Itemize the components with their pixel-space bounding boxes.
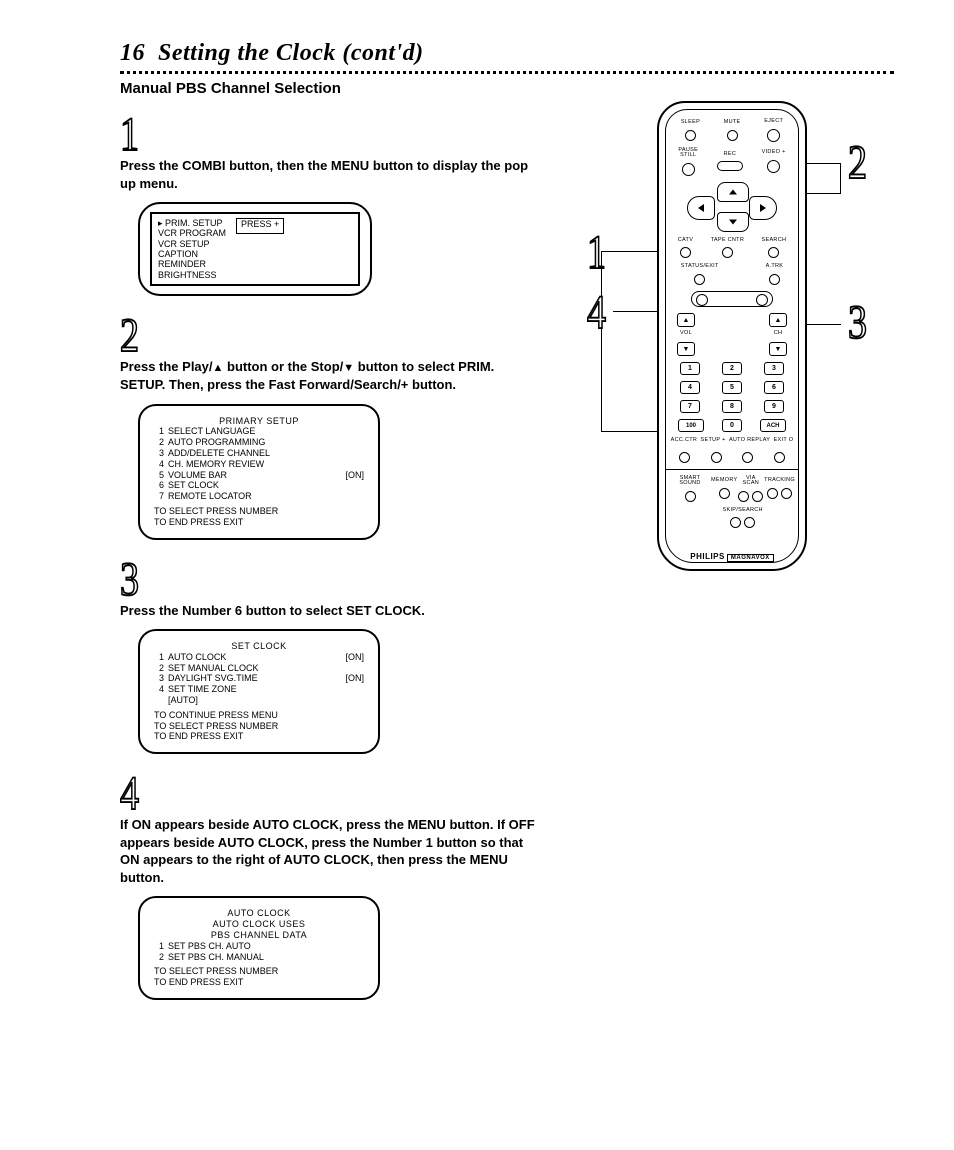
leader-2a bbox=[801, 163, 841, 164]
key-1[interactable]: 1 bbox=[680, 362, 700, 375]
ch-down-icon[interactable]: ▼ bbox=[769, 342, 787, 356]
remote-brand: PHILIPSMAGNAVOX bbox=[669, 552, 795, 561]
auto-replay-button[interactable] bbox=[742, 452, 753, 463]
key-4[interactable]: 4 bbox=[680, 381, 700, 394]
remote-divider bbox=[665, 469, 799, 470]
osd-screen-2: PRIMARY SETUP 1SELECT LANGUAGE 2AUTO PRO… bbox=[138, 404, 380, 540]
video-plus-button[interactable] bbox=[767, 160, 780, 173]
smart-sound-button[interactable] bbox=[685, 491, 696, 502]
leader-3 bbox=[801, 324, 841, 325]
setup-button[interactable] bbox=[711, 452, 722, 463]
via-scan-minus[interactable] bbox=[738, 491, 749, 502]
acc-ctr-button[interactable] bbox=[679, 452, 690, 463]
key-3[interactable]: 3 bbox=[764, 362, 784, 375]
skip-fwd-button[interactable] bbox=[744, 517, 755, 528]
skip-back-button[interactable] bbox=[730, 517, 741, 528]
vol-down-icon[interactable]: ▼ bbox=[677, 342, 695, 356]
status-exit-button[interactable] bbox=[694, 274, 705, 285]
eject-button[interactable] bbox=[767, 129, 780, 142]
callout-1: 1 bbox=[587, 226, 606, 281]
page-number: 16 bbox=[120, 40, 145, 66]
osd-screen-3: SET CLOCK 1AUTO CLOCK[ON] 2SET MANUAL CL… bbox=[138, 629, 380, 754]
step-2-number: 2 bbox=[120, 312, 139, 360]
step-4-number: 4 bbox=[120, 770, 139, 818]
pause-button[interactable] bbox=[682, 163, 695, 176]
nav-ff-button[interactable] bbox=[749, 196, 777, 220]
tracking-plus[interactable] bbox=[781, 488, 792, 499]
nav-play-button[interactable] bbox=[717, 182, 749, 202]
remote-body: SLEEP MUTE EJECT PAUSESTILL REC VIDEO + bbox=[657, 101, 807, 571]
vol-up-icon[interactable]: ▲ bbox=[677, 313, 695, 327]
leader-1v bbox=[601, 251, 602, 431]
nav-rewind-button[interactable] bbox=[687, 196, 715, 220]
step-3-text: Press the Number 6 button to select SET … bbox=[120, 602, 540, 620]
key-6[interactable]: 6 bbox=[764, 381, 784, 394]
exit-o-button[interactable] bbox=[774, 452, 785, 463]
step-4-text: If ON appears beside AUTO CLOCK, press t… bbox=[120, 816, 540, 886]
key-8[interactable]: 8 bbox=[722, 400, 742, 413]
channel-rocker[interactable]: ▲ CH ▼ bbox=[770, 313, 786, 357]
via-scan-plus[interactable] bbox=[752, 491, 763, 502]
pause-label: PAUSESTILL bbox=[678, 148, 698, 159]
key-5[interactable]: 5 bbox=[722, 381, 742, 394]
mute-button[interactable] bbox=[727, 130, 738, 141]
callout-3: 3 bbox=[848, 296, 867, 351]
step-1-text: Press the COMBI button, then the MENU bu… bbox=[120, 157, 540, 192]
leader-1h2 bbox=[601, 431, 663, 432]
stop-down-icon bbox=[343, 359, 354, 374]
section-subhead: Manual PBS Channel Selection bbox=[120, 80, 894, 97]
tracking-minus[interactable] bbox=[767, 488, 778, 499]
catv-button[interactable] bbox=[680, 247, 691, 258]
callout-4: 4 bbox=[587, 286, 606, 341]
page-title: 16 Setting the Clock (cont'd) bbox=[120, 40, 894, 67]
key-100[interactable]: 100 bbox=[678, 419, 704, 432]
remote-control-figure: 1 4 2 3 SLEEP MUTE EJECT bbox=[657, 101, 807, 1016]
leader-2b bbox=[801, 193, 841, 194]
ch-up-icon[interactable]: ▲ bbox=[769, 313, 787, 327]
page-title-text: Setting the Clock (cont'd) bbox=[158, 40, 424, 66]
callout-2: 2 bbox=[848, 136, 867, 191]
dotted-rule bbox=[120, 71, 894, 74]
step-2-text: Press the Play/ button or the Stop/ butt… bbox=[120, 358, 540, 393]
nav-dpad bbox=[687, 182, 777, 232]
osd-screen-4: AUTO CLOCK AUTO CLOCK USES PBS CHANNEL D… bbox=[138, 896, 380, 1000]
search-button[interactable] bbox=[768, 247, 779, 258]
osd1-press-plus: PRESS + bbox=[236, 218, 284, 234]
osd1-menu-list: ▸ PRIM. SETUP VCR PROGRAM VCR SETUP CAPT… bbox=[158, 218, 226, 280]
atrk-button[interactable] bbox=[769, 274, 780, 285]
leader-1h bbox=[601, 251, 657, 252]
sleep-button[interactable] bbox=[685, 130, 696, 141]
play-up-icon bbox=[213, 359, 224, 374]
step-3-number: 3 bbox=[120, 556, 139, 604]
memory-button[interactable] bbox=[719, 488, 730, 499]
nav-stop-button[interactable] bbox=[717, 212, 749, 232]
key-9[interactable]: 9 bbox=[764, 400, 784, 413]
step-1-number: 1 bbox=[120, 111, 139, 159]
key-0[interactable]: 0 bbox=[722, 419, 742, 432]
shuttle-bar[interactable] bbox=[691, 291, 773, 307]
volume-rocker[interactable]: ▲ VOL ▼ bbox=[678, 313, 694, 357]
osd-screen-1: ▸ PRIM. SETUP VCR PROGRAM VCR SETUP CAPT… bbox=[138, 202, 372, 296]
key-ach[interactable]: ACH bbox=[760, 419, 786, 432]
key-2[interactable]: 2 bbox=[722, 362, 742, 375]
key-7[interactable]: 7 bbox=[680, 400, 700, 413]
leader-2v bbox=[840, 163, 841, 193]
rec-button[interactable] bbox=[717, 161, 743, 171]
tape-cntr-button[interactable] bbox=[722, 247, 733, 258]
